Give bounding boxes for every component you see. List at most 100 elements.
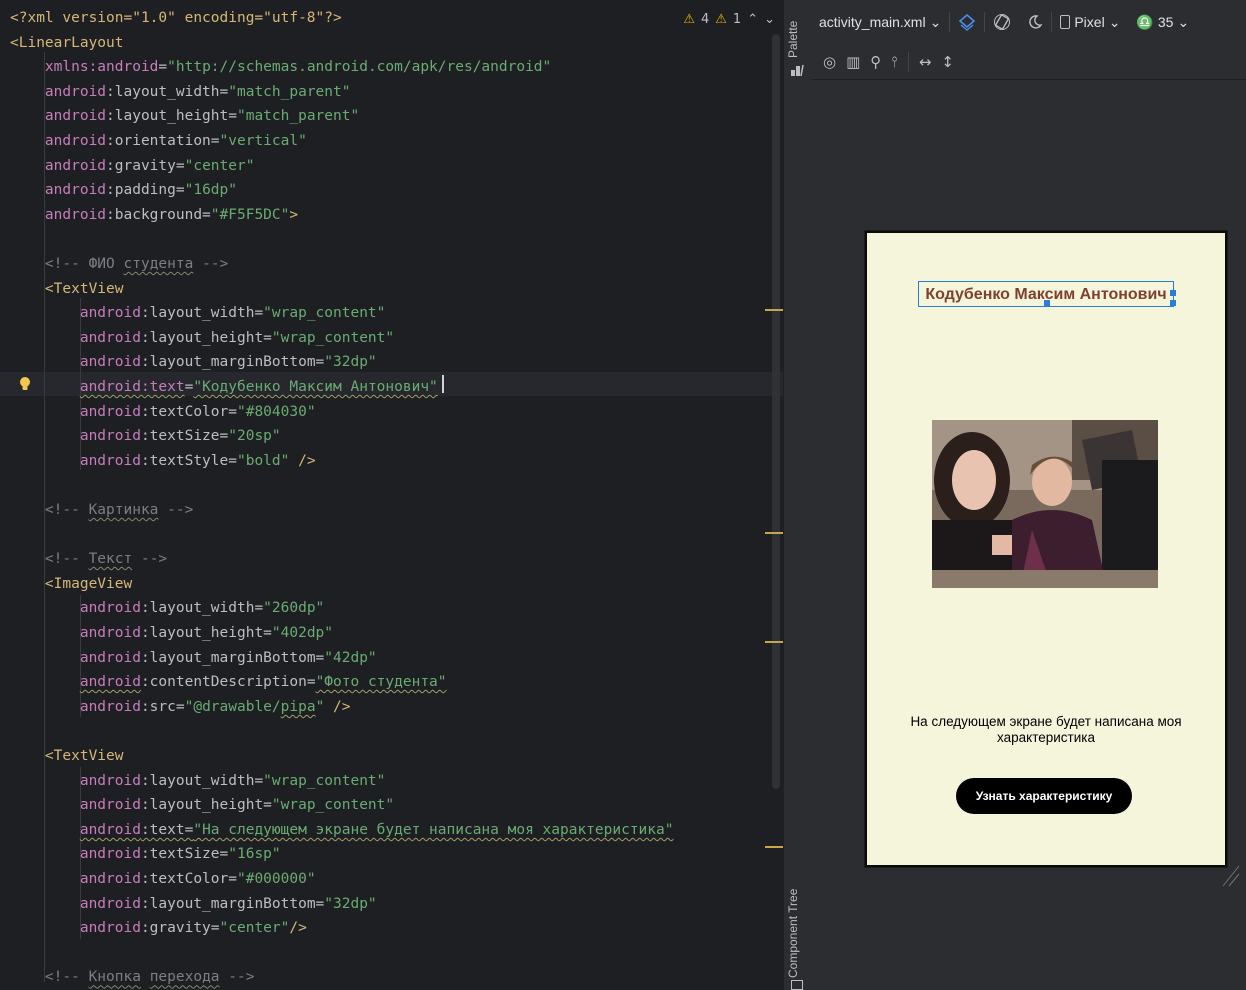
code-token: android xyxy=(79,871,141,887)
code-line[interactable]: android:layout_height="match_parent" xyxy=(10,104,359,128)
code-line[interactable]: <!-- Картинка --> xyxy=(10,498,193,522)
component-tree-tab[interactable]: Component Tree xyxy=(786,889,800,978)
eye-icon[interactable]: ◎ xyxy=(823,53,836,71)
code-token: android xyxy=(79,600,141,617)
code-line[interactable]: <?xml version="1.0" encoding="utf-8"?> xyxy=(10,6,342,30)
code-line[interactable]: android:layout_height="402dp" xyxy=(10,621,333,645)
code-token: android xyxy=(44,108,107,125)
code-line[interactable]: android:orientation="vertical" xyxy=(10,129,307,153)
code-line[interactable]: android:layout_marginBottom="32dp" xyxy=(10,892,377,916)
code-line[interactable]: android:layout_marginBottom="42dp" xyxy=(10,646,377,670)
code-token: "16sp" xyxy=(228,846,281,863)
code-token: /> xyxy=(289,920,307,937)
night-mode-button[interactable] xyxy=(1019,8,1051,36)
next-highlight-icon[interactable]: ⌄ xyxy=(764,12,775,27)
learn-characteristic-button[interactable]: Узнать характеристику xyxy=(956,778,1132,814)
code-token: :layout_height= xyxy=(106,108,237,125)
code-line[interactable]: android:contentDescription="Фото студент… xyxy=(10,670,447,694)
code-token: :layout_width= xyxy=(140,772,264,789)
design-toolbar: activity_main.xml ⌄ Pixel ⌄ ♎ 35 ⌄ xyxy=(811,0,1246,44)
code-line[interactable]: android:background="#F5F5DC"> xyxy=(10,203,298,227)
code-line[interactable]: android:textColor="#804030" xyxy=(10,400,316,424)
code-line[interactable]: android:layout_height="wrap_content" xyxy=(10,326,394,350)
horizontal-arrows-icon[interactable]: ↔ xyxy=(919,53,932,71)
code-line[interactable]: android:textColor="#000000" xyxy=(10,867,316,891)
code-line[interactable]: android:src="@drawable/pipa" /> xyxy=(10,695,351,719)
inspection-widget[interactable]: ⚠ 4 ⚠ 1 ⌃ ⌄ xyxy=(683,8,783,30)
code-token: android xyxy=(44,83,107,100)
component-tree-icon[interactable] xyxy=(791,980,803,990)
gutter-marker[interactable] xyxy=(765,846,783,848)
code-line[interactable]: android:layout_width="match_parent" xyxy=(10,80,351,104)
gutter-marker[interactable] xyxy=(765,532,783,534)
columns-icon[interactable]: ▥ xyxy=(846,53,860,71)
code-line[interactable]: android:gravity="center" xyxy=(10,154,255,178)
code-token: "wrap_content" xyxy=(263,305,386,322)
code-line[interactable]: <TextView xyxy=(10,277,124,301)
code-token: "@drawable/ xyxy=(184,698,281,715)
vertical-arrows-icon[interactable]: ↕ xyxy=(941,53,954,71)
code-token: "42dp" xyxy=(324,649,377,666)
resize-handle[interactable] xyxy=(1044,300,1050,306)
student-photo[interactable] xyxy=(932,420,1158,588)
api-level-selector[interactable]: ♎ 35 ⌄ xyxy=(1128,8,1197,36)
resize-handle[interactable] xyxy=(1170,300,1176,306)
code-line[interactable]: <!-- Текст --> xyxy=(10,547,167,571)
code-line[interactable]: <ImageView xyxy=(10,572,132,596)
palette-icon[interactable] xyxy=(790,62,804,77)
code-line[interactable]: <LinearLayout xyxy=(10,31,124,55)
code-line[interactable]: android:layout_width="wrap_content" xyxy=(10,769,386,793)
previous-highlight-icon[interactable]: ⌃ xyxy=(747,12,758,27)
gutter-marker[interactable] xyxy=(765,309,783,311)
constraints-off-icon[interactable]: ⚲ xyxy=(870,53,881,71)
design-surface-button[interactable] xyxy=(950,8,984,36)
resize-handle[interactable] xyxy=(1170,290,1176,296)
code-line[interactable]: android:text="Кодубенко Максим Антонович… xyxy=(10,375,438,399)
code-line[interactable]: <TextView xyxy=(10,744,124,768)
code-line[interactable]: xmlns:android="http://schemas.android.co… xyxy=(10,55,551,79)
code-token: pipa xyxy=(280,698,316,715)
layout-preview-screen[interactable]: Кодубенко Максим Антонович На следующем … xyxy=(865,231,1227,867)
lightbulb-icon[interactable] xyxy=(18,376,32,392)
baseline-icon[interactable]: ⫯ xyxy=(891,53,898,71)
resize-corner-icon[interactable] xyxy=(1221,858,1241,888)
code-line[interactable]: android:text="На следующем экране будет … xyxy=(10,818,674,842)
code-line[interactable]: android:textStyle="bold" /> xyxy=(10,449,316,473)
device-selector[interactable]: Pixel ⌄ xyxy=(1052,8,1128,36)
code-token: android xyxy=(79,698,141,715)
gutter-marker[interactable] xyxy=(765,641,783,643)
orientation-button[interactable] xyxy=(985,8,1019,36)
code-line[interactable]: android:gravity="center"/> xyxy=(10,916,307,940)
code-token: :layout_height= xyxy=(140,625,272,641)
code-token: android xyxy=(79,649,141,666)
code-line[interactable]: <!-- ФИО студента --> xyxy=(10,252,228,276)
code-token: "center" xyxy=(184,157,255,174)
code-line[interactable]: android:layout_width="260dp" xyxy=(10,596,324,620)
code-line[interactable]: android:layout_width="wrap_content" xyxy=(10,301,386,325)
file-selector[interactable]: activity_main.xml ⌄ xyxy=(811,8,949,36)
code-line[interactable]: <!-- Кнопка перехода --> xyxy=(10,965,255,989)
code-line[interactable]: android:layout_height="wrap_content" xyxy=(10,793,394,817)
code-line[interactable]: android:textSize="16sp" xyxy=(10,842,281,866)
code-token: android xyxy=(79,920,141,937)
editor-scrollbar[interactable] xyxy=(772,34,780,789)
code-line[interactable]: android:padding="16dp" xyxy=(10,178,237,202)
code-line[interactable]: android:textSize="20sp" xyxy=(10,424,281,448)
code-token: "16dp" xyxy=(184,182,237,199)
code-editor[interactable]: <?xml version="1.0" encoding="utf-8"?> <L… xyxy=(0,0,783,990)
description-text[interactable]: На следующем экране будет написана моя х… xyxy=(887,714,1205,746)
palette-tab[interactable]: Palette xyxy=(786,21,800,58)
code-token: студента xyxy=(123,256,194,272)
code-token: перехода xyxy=(149,969,220,986)
code-line[interactable]: android:layout_marginBottom="32dp" xyxy=(10,350,377,374)
code-token: Картинка xyxy=(88,502,159,518)
